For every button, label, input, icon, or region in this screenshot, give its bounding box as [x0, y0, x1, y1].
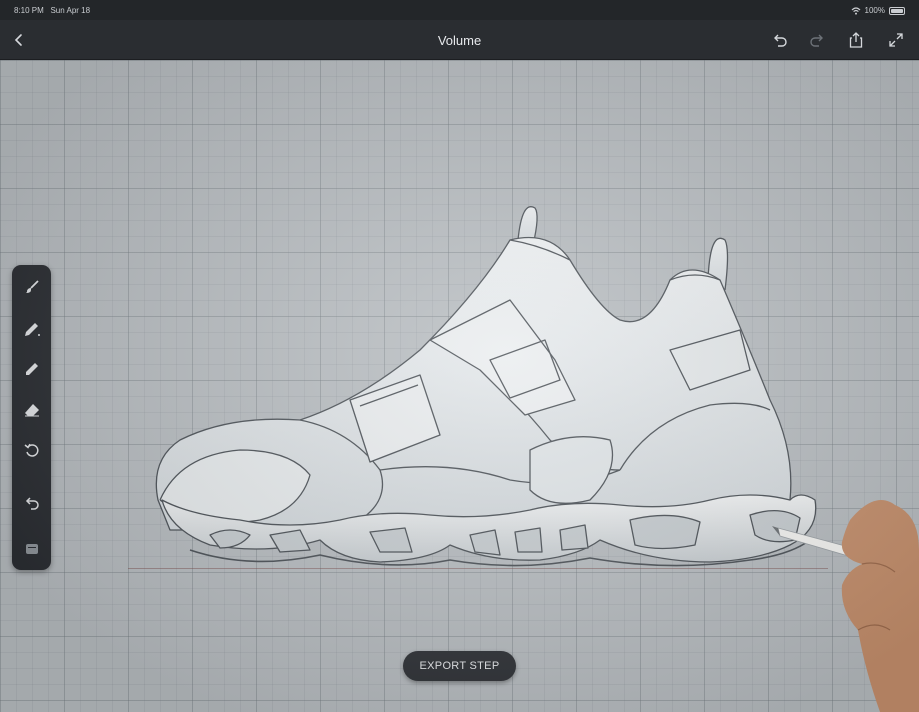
nav-bar: Volume [0, 20, 919, 60]
tool-brush[interactable] [20, 275, 43, 298]
status-bar: 8:10 PM Sun Apr 18 100% [0, 0, 919, 20]
status-right: 100% [851, 6, 905, 15]
redo-button[interactable] [806, 29, 828, 51]
export-step-button[interactable]: EXPORT STEP [403, 651, 516, 681]
redo-icon [810, 34, 823, 47]
battery-percent: 100% [864, 6, 885, 15]
tool-eraser[interactable] [20, 398, 43, 421]
battery-icon [889, 6, 905, 15]
status-left: 8:10 PM Sun Apr 18 [14, 6, 90, 15]
tool-pen[interactable] [20, 317, 43, 340]
undo-icon [25, 496, 39, 510]
share-icon [849, 32, 863, 48]
hand [841, 500, 919, 712]
tool-undo[interactable] [20, 491, 43, 514]
pencil-icon [25, 362, 38, 375]
status-time: 8:10 PM [14, 6, 44, 15]
expand-button[interactable] [885, 29, 907, 51]
rotate-icon [24, 443, 39, 457]
tool-palette [12, 265, 51, 570]
brush-icon [25, 279, 39, 293]
tool-pencil[interactable] [20, 357, 43, 380]
export-step-label: EXPORT STEP [419, 660, 500, 672]
drawing-canvas[interactable]: EXPORT STEP [0, 60, 919, 712]
tool-layers[interactable] [20, 537, 43, 560]
status-date: Sun Apr 18 [50, 6, 91, 15]
eraser-icon [24, 403, 39, 416]
tool-rotate[interactable] [20, 438, 43, 461]
sneaker-sketch [155, 206, 817, 567]
hand-with-stylus [772, 500, 919, 712]
undo-button[interactable] [769, 29, 791, 51]
wifi-icon [851, 6, 860, 15]
expand-icon [889, 33, 903, 47]
pen-icon [24, 322, 40, 336]
undo-icon [774, 34, 787, 47]
share-button[interactable] [845, 29, 867, 51]
layers-icon [25, 543, 38, 554]
app-screen: 8:10 PM Sun Apr 18 100% Volume EXPORT ST… [0, 0, 919, 712]
